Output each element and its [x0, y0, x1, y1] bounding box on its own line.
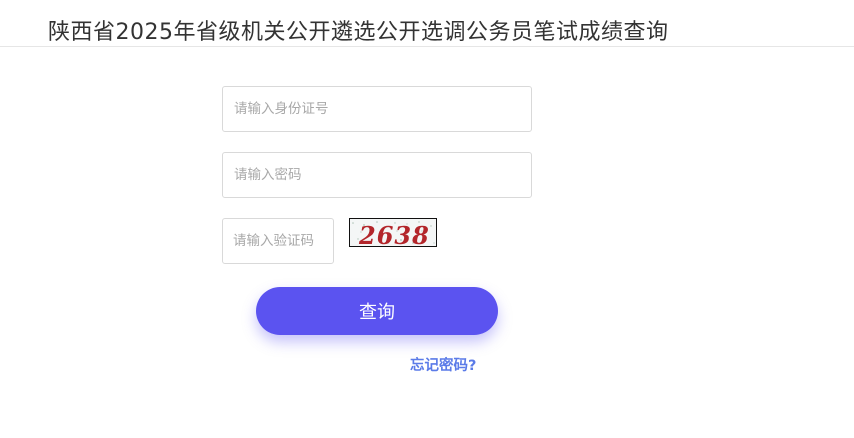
captcha-noise: 2638 — [352, 221, 435, 246]
captcha-image[interactable]: 2638 — [349, 218, 437, 247]
query-button[interactable]: 查询 — [256, 287, 498, 335]
password-input[interactable] — [222, 152, 532, 198]
captcha-input[interactable] — [222, 218, 334, 264]
page-title: 陕西省2025年省级机关公开遴选公开选调公务员笔试成绩查询 — [48, 20, 669, 45]
id-card-input[interactable] — [222, 86, 532, 132]
captcha-text: 2638 — [358, 221, 430, 246]
title-divider — [0, 46, 854, 47]
forgot-password-link[interactable]: 忘记密码? — [410, 354, 476, 375]
